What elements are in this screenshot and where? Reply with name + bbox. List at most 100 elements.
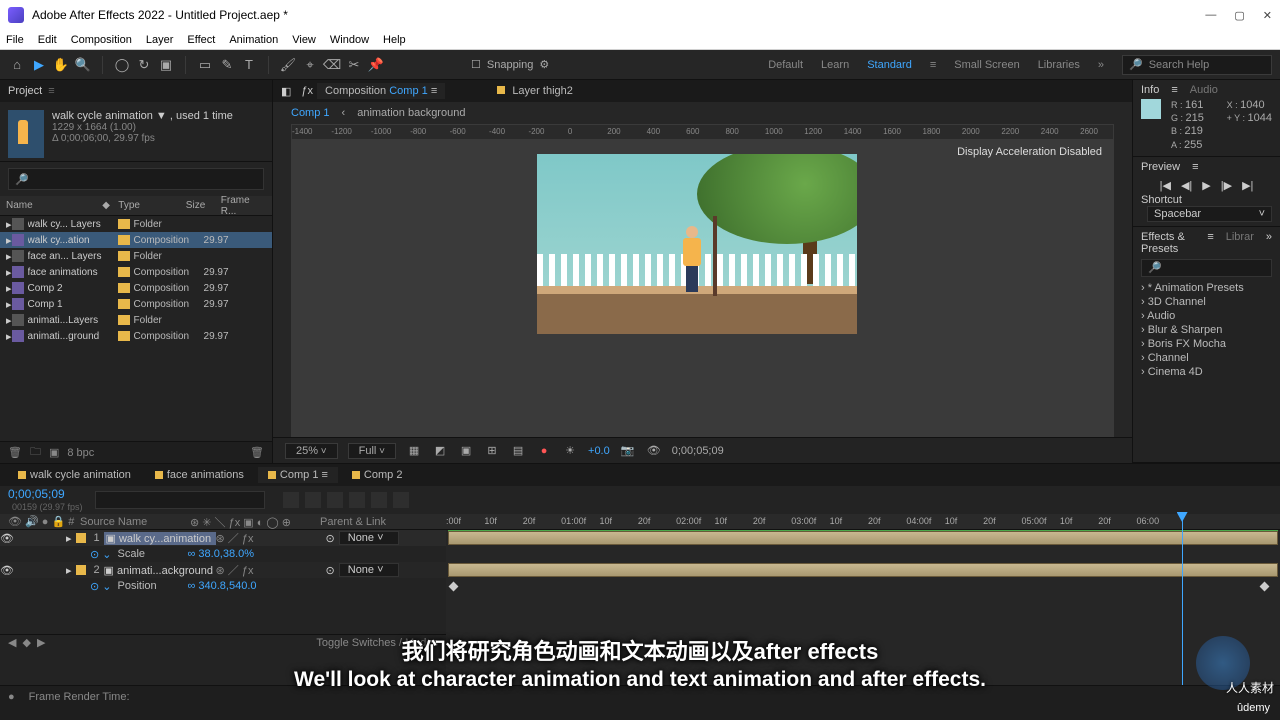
audio-tab[interactable]: Audio (1190, 84, 1218, 96)
effects-icon[interactable]: ƒx (301, 85, 313, 97)
graph-editor-icon[interactable] (393, 492, 409, 508)
first-frame-icon[interactable]: |◀ (1160, 179, 1171, 192)
effects-category[interactable]: › Boris FX Mocha (1141, 337, 1272, 351)
draft-3d-icon[interactable] (305, 492, 321, 508)
menu-file[interactable]: File (6, 34, 24, 46)
timeline-playhead[interactable] (1182, 514, 1183, 685)
maximize-icon[interactable]: ▢ (1234, 9, 1244, 22)
workspace-standard[interactable]: Standard (867, 59, 912, 71)
new-comp-icon[interactable]: ▣ (49, 446, 59, 459)
frame-blend-icon[interactable] (349, 492, 365, 508)
next-keyframe-icon[interactable]: ▶ (37, 636, 45, 649)
menu-layer[interactable]: Layer (146, 34, 174, 46)
puppet-tool-icon[interactable]: 📌 (367, 56, 385, 74)
shortcut-dropdown[interactable]: Spacebar ˅ (1147, 206, 1272, 222)
preview-tab[interactable]: Preview (1141, 161, 1180, 173)
panel-menu-icon[interactable]: ≡ (48, 85, 54, 97)
effects-category[interactable]: › Cinema 4D (1141, 365, 1272, 379)
timeline-property-row[interactable]: ⊙ ⌄Scale∞ 38.0,38.0% (0, 546, 446, 562)
keyframe-icon[interactable] (449, 582, 459, 592)
project-item[interactable]: ▸face animationsComposition29.97 (0, 264, 272, 280)
add-keyframe-icon[interactable]: ◆ (22, 636, 30, 649)
roto-tool-icon[interactable]: ✂ (345, 56, 363, 74)
project-item[interactable]: ▸animati...LayersFolder (0, 312, 272, 328)
rect-tool-icon[interactable]: ▭ (196, 56, 214, 74)
eraser-tool-icon[interactable]: ⌫ (323, 56, 341, 74)
comp-current-time[interactable]: 0;00;05;09 (672, 445, 724, 457)
shy-icon[interactable] (327, 492, 343, 508)
snapshot-icon[interactable]: 📷 (620, 443, 636, 459)
transparency-grid-icon[interactable]: ▦ (406, 443, 422, 459)
col-parent-link[interactable]: Parent & Link (320, 516, 446, 528)
play-icon[interactable]: ▶ (1202, 179, 1210, 192)
zoom-tool-icon[interactable]: 🔍 (74, 56, 92, 74)
project-item[interactable]: ▸walk cy...ationComposition29.97 (0, 232, 272, 248)
interpret-footage-icon[interactable]: 🗑 (8, 446, 22, 459)
timeline-search-input[interactable] (95, 491, 265, 509)
timeline-tab[interactable]: Comp 1 ≡ (258, 467, 338, 483)
composition-viewport[interactable]: Display Acceleration Disabled (291, 140, 1114, 437)
timeline-tab[interactable]: face animations (145, 467, 254, 483)
timeline-tab[interactable]: Comp 2 (342, 467, 413, 483)
next-frame-icon[interactable]: |▶ (1221, 179, 1232, 192)
col-source-name[interactable]: Source Name (80, 516, 190, 528)
menu-composition[interactable]: Composition (71, 34, 132, 46)
layer-1-bar[interactable] (448, 531, 1278, 545)
channel-icon[interactable]: ● (536, 443, 552, 459)
effects-presets-tab[interactable]: Effects & Presets (1141, 231, 1195, 255)
workspace-overflow-icon[interactable]: » (1098, 59, 1104, 71)
layer-tab[interactable]: Layer thigh2 (489, 83, 581, 99)
show-snapshot-icon[interactable]: 👁 (646, 443, 662, 459)
snapping-options-icon[interactable]: ⚙ (539, 58, 549, 71)
brush-tool-icon[interactable]: 🖌 (279, 56, 297, 74)
timeline-property-row[interactable]: ⊙ ⌄Position∞ 340.8,540.0 (0, 578, 446, 594)
bpc-label[interactable]: 8 bpc (67, 447, 94, 459)
exposure-value[interactable]: +0.0 (588, 445, 610, 457)
grid-icon[interactable]: ⊞ (484, 443, 500, 459)
panel-overflow-icon[interactable]: » (1266, 231, 1272, 255)
workspace-learn[interactable]: Learn (821, 59, 849, 71)
col-type[interactable]: Type (112, 200, 180, 211)
workspace-small-screen[interactable]: Small Screen (954, 59, 1019, 71)
timeline-layer-row[interactable]: 👁▸2▣ animati...ackground⊛ ／ ƒx⊙ None ˅ (0, 562, 446, 578)
motion-blur-icon[interactable] (371, 492, 387, 508)
col-frame-rate[interactable]: Frame R... (215, 195, 272, 217)
info-tab[interactable]: Info (1141, 84, 1159, 96)
menu-window[interactable]: Window (330, 34, 369, 46)
project-item[interactable]: ▸face an... LayersFolder (0, 248, 272, 264)
project-item[interactable]: ▸walk cy... LayersFolder (0, 216, 272, 232)
clone-tool-icon[interactable]: ⌖ (301, 56, 319, 74)
last-frame-icon[interactable]: ▶| (1242, 179, 1253, 192)
col-name[interactable]: Name (0, 200, 96, 211)
new-folder-icon[interactable]: 🗀 (30, 443, 41, 462)
workspace-libraries[interactable]: Libraries (1038, 59, 1080, 71)
reset-exposure-icon[interactable]: ☀ (562, 443, 578, 459)
menu-animation[interactable]: Animation (229, 34, 278, 46)
close-icon[interactable]: ✕ (1263, 9, 1272, 22)
orbit-tool-icon[interactable]: ◯ (113, 56, 131, 74)
menu-effect[interactable]: Effect (187, 34, 215, 46)
mask-toggle-icon[interactable]: ◩ (432, 443, 448, 459)
guides-icon[interactable]: ▤ (510, 443, 526, 459)
effects-category[interactable]: › Blur & Sharpen (1141, 323, 1272, 337)
type-tool-icon[interactable]: T (240, 56, 258, 74)
effects-category[interactable]: › Audio (1141, 309, 1272, 323)
libraries-tab[interactable]: Librar (1226, 231, 1254, 255)
resolution-dropdown[interactable]: Full ˅ (348, 443, 396, 459)
col-label-icon[interactable]: ◆ (96, 200, 112, 211)
menu-edit[interactable]: Edit (38, 34, 57, 46)
comp-layer-toggle-icon[interactable]: ◧ (281, 85, 291, 98)
keyframe-icon[interactable] (1260, 582, 1270, 592)
snapping-checkbox[interactable]: ☐ (471, 58, 481, 71)
home-icon[interactable]: ⌂ (8, 56, 26, 74)
camera-tool-icon[interactable]: ▣ (157, 56, 175, 74)
timeline-tracks[interactable]: :00f10f20f01:00f10f20f02:00f10f20f03:00f… (446, 514, 1280, 685)
timeline-layer-row[interactable]: 👁▸1▣ walk cy...animation⊛ ／ ƒx⊙ None ˅ (0, 530, 446, 546)
prev-keyframe-icon[interactable]: ◀ (8, 636, 16, 649)
project-tab[interactable]: Project (8, 85, 42, 97)
project-item[interactable]: ▸Comp 1Composition29.97 (0, 296, 272, 312)
minimize-icon[interactable]: — (1205, 9, 1216, 22)
col-size[interactable]: Size (180, 200, 215, 211)
project-item[interactable]: ▸animati...groundComposition29.97 (0, 328, 272, 344)
effects-search-input[interactable]: 🔎 (1141, 259, 1272, 277)
